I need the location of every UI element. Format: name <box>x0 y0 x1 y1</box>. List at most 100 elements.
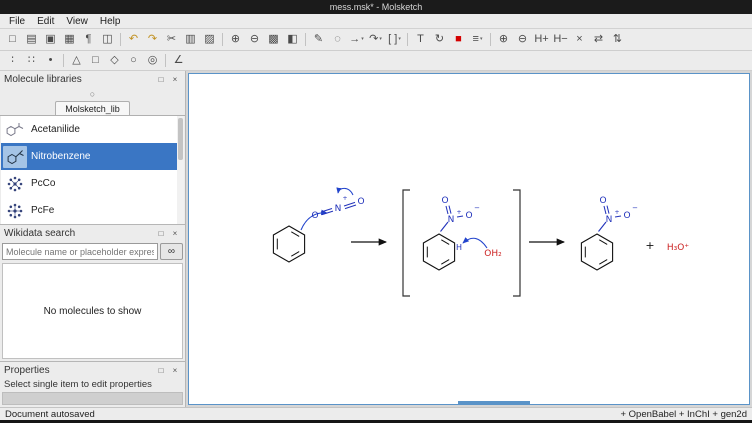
window-title: mess.msk* - Molsketch <box>330 2 423 12</box>
list-item-pcfe[interactable]: PcFe <box>1 197 184 224</box>
benzene-ring[interactable] <box>273 226 304 262</box>
lasso-tool-icon[interactable]: ◌ <box>328 31 347 48</box>
float-panel-icon[interactable]: □ <box>155 364 167 376</box>
cut-icon[interactable]: ✂ <box>162 31 181 48</box>
close-panel-icon[interactable]: × <box>169 364 181 376</box>
right-bracket[interactable] <box>513 190 520 296</box>
zoom-in-icon[interactable]: ⊕ <box>226 31 245 48</box>
line-width-icon[interactable]: ≡▾ <box>468 31 487 48</box>
copy-icon[interactable]: ▥ <box>181 31 200 48</box>
insert-image-icon[interactable]: ▩ <box>264 31 283 48</box>
plus-sign[interactable]: + <box>645 239 654 252</box>
dropdown-caret-icon[interactable]: ▾ <box>361 32 364 47</box>
charge-plus[interactable]: + <box>342 195 347 202</box>
color-swatch-icon[interactable]: ■ <box>449 31 468 48</box>
redo-icon[interactable]: ↷ <box>143 31 162 48</box>
dropdown-caret-icon[interactable]: ▾ <box>379 32 382 47</box>
list-item-nitrobenzene[interactable]: Nitrobenzene <box>1 143 184 170</box>
hydronium-label[interactable]: H₃O⁺ <box>667 243 689 253</box>
titlebar[interactable]: mess.msk* - Molsketch <box>0 0 752 14</box>
cyclobutane-template-icon[interactable]: □ <box>86 52 105 69</box>
bond-angle-tool-icon[interactable]: ∠ <box>169 52 188 69</box>
atom-o[interactable]: O <box>623 211 630 221</box>
add-hydrogen-icon[interactable]: H+ <box>532 31 551 48</box>
menu-help[interactable]: Help <box>94 14 127 28</box>
drawing-canvas[interactable]: O N O + <box>188 73 750 405</box>
close-panel-icon[interactable]: × <box>169 227 181 239</box>
scrollbar-thumb[interactable] <box>178 118 183 160</box>
left-bracket[interactable] <box>403 190 410 296</box>
float-panel-icon[interactable]: □ <box>155 73 167 85</box>
benzene-ring[interactable] <box>423 234 454 270</box>
undo-icon[interactable]: ↶ <box>124 31 143 48</box>
atom-n[interactable]: N <box>606 215 613 225</box>
arenium-intermediate[interactable]: N O O + − H OH₂ <box>423 196 502 270</box>
cyclohexane-template-icon[interactable]: ○ <box>124 52 143 69</box>
menu-edit[interactable]: Edit <box>31 14 60 28</box>
save-document-icon[interactable]: ▣ <box>41 31 60 48</box>
cyclopropane-template-icon[interactable]: △ <box>67 52 86 69</box>
atom-o[interactable]: O <box>465 211 472 221</box>
search-button[interactable]: ∞ <box>160 243 183 260</box>
charge-minus[interactable]: − <box>474 204 480 212</box>
atom-n[interactable]: N <box>335 204 342 214</box>
open-document-icon[interactable]: ▤ <box>22 31 41 48</box>
flip-vertical-icon[interactable]: ⇅ <box>608 31 627 48</box>
cyclopentane-template-icon[interactable]: ◇ <box>105 52 124 69</box>
main-content: Molecule libraries □ × ○ Molsketch_lib <box>0 71 752 407</box>
atom-o[interactable]: O <box>357 197 364 207</box>
reaction-arrow-tool-icon[interactable]: →▾ <box>347 31 366 48</box>
new-document-icon[interactable]: □ <box>3 31 22 48</box>
charge-plus[interactable]: + <box>614 209 619 216</box>
benzene-template-icon[interactable]: ◎ <box>143 52 162 69</box>
draw-tool-icon[interactable]: ✎ <box>309 31 328 48</box>
wikidata-search-input[interactable] <box>2 243 158 260</box>
list-item-pcco[interactable]: PcCo <box>1 170 184 197</box>
charge-plus-icon[interactable]: ⊕ <box>494 31 513 48</box>
menu-file[interactable]: File <box>3 14 31 28</box>
molecule-library-list[interactable]: Acetanilide Nitrobenzene <box>1 116 184 224</box>
menu-view[interactable]: View <box>60 14 94 28</box>
radical-tool-icon[interactable]: • <box>41 52 60 69</box>
library-list-scrollbar[interactable] <box>177 116 184 224</box>
dropdown-caret-icon[interactable]: ▾ <box>398 32 401 47</box>
float-panel-icon[interactable]: □ <box>155 227 167 239</box>
rotate-tool-icon[interactable]: ↻ <box>430 31 449 48</box>
delete-tool-icon[interactable]: × <box>570 31 589 48</box>
flip-horizontal-icon[interactable]: ⇄ <box>589 31 608 48</box>
charge-plus[interactable]: + <box>456 209 461 216</box>
save-as-document-icon[interactable]: ▦ <box>60 31 79 48</box>
atom-o[interactable]: O <box>311 211 318 221</box>
paste-icon[interactable]: ▨ <box>200 31 219 48</box>
reaction-scheme[interactable]: O N O + <box>189 74 749 404</box>
text-tool-icon[interactable]: T <box>411 31 430 48</box>
atom-o[interactable]: O <box>599 196 606 206</box>
charge-minus-icon[interactable]: ⊖ <box>513 31 532 48</box>
diradical-tool-icon[interactable]: ∷ <box>22 52 41 69</box>
libraries-tabbar: Molsketch_lib <box>0 101 185 116</box>
horizontal-scrollbar-thumb[interactable] <box>458 401 530 404</box>
tab-molsketch-lib[interactable]: Molsketch_lib <box>55 101 130 115</box>
export-image-icon[interactable]: ◧ <box>283 31 302 48</box>
list-item-acetanilide[interactable]: Acetanilide <box>1 116 184 143</box>
print-preview-icon[interactable]: ◫ <box>98 31 117 48</box>
close-panel-icon[interactable]: × <box>169 73 181 85</box>
water-label[interactable]: OH₂ <box>484 249 502 259</box>
charge-minus[interactable]: − <box>632 204 638 212</box>
mechanism-arrow-loop[interactable] <box>338 188 353 195</box>
atom-o[interactable]: O <box>441 196 448 206</box>
nitronium-ion[interactable]: O N O + <box>311 188 364 221</box>
dropdown-caret-icon[interactable]: ▾ <box>480 32 483 47</box>
zoom-out-icon[interactable]: ⊖ <box>245 31 264 48</box>
atom-n[interactable]: N <box>448 215 455 225</box>
atom-h[interactable]: H <box>456 243 462 252</box>
remove-hydrogen-icon[interactable]: H− <box>551 31 570 48</box>
mechanism-arrow-tool-icon[interactable]: ↷▾ <box>366 31 385 48</box>
library-menu-button[interactable]: ○ <box>84 88 102 100</box>
mechanism-arrow-water[interactable] <box>463 238 487 248</box>
lone-pair-tool-icon[interactable]: ∶ <box>3 52 22 69</box>
bracket-tool-icon[interactable]: [ ]▾ <box>385 31 404 48</box>
benzene-ring[interactable] <box>581 234 612 270</box>
nitrobenzene-product[interactable]: N O O + − <box>581 196 638 270</box>
print-document-icon[interactable]: ¶ <box>79 31 98 48</box>
